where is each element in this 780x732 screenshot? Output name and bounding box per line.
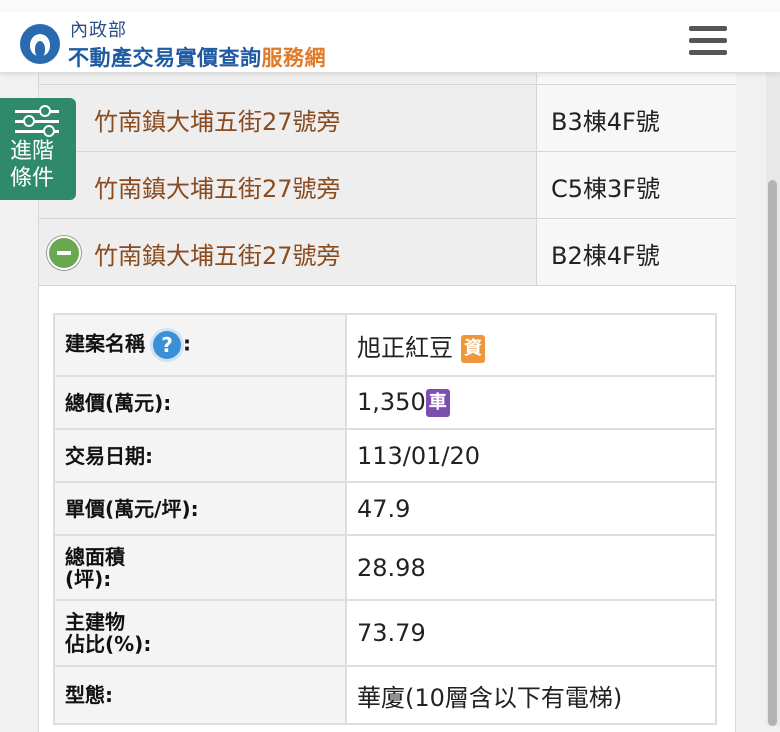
site-title-main: 不動產交易實價查詢 (68, 46, 262, 70)
hamburger-menu-icon[interactable] (689, 26, 727, 60)
project-name-value: 旭正紅豆 (357, 333, 453, 362)
unit-price-label: 單價(萬元/坪): (53, 481, 347, 536)
result-unit-cell: C5棟3F號 (536, 152, 736, 218)
detail-row-main-building: 主建物 佔比(%): 73.79 (53, 599, 717, 667)
site-title[interactable]: 不動產交易實價查詢服務網 (68, 42, 326, 72)
total-price-value: 1,350 (357, 388, 426, 416)
detail-row-total-price: 總價(萬元): 1,350 車 (53, 375, 717, 430)
main-building-label-line2: 佔比(%): (65, 632, 152, 656)
result-unit: B2棟4F號 (551, 242, 660, 270)
result-row[interactable]: 竹南鎮大埔五街27號旁 C5棟3F號 (39, 152, 736, 219)
project-name-label: 建案名稱 (65, 331, 145, 356)
top-navigation-bar: 內政部 不動產交易實價查詢服務網 (0, 12, 780, 73)
total-price-value-cell: 1,350 車 (345, 375, 717, 430)
ministry-name: 內政部 (70, 20, 127, 41)
detail-row-type: 型態: 華廈(10層含以下有電梯) (53, 665, 717, 725)
unit-price-value: 47.9 (345, 481, 717, 536)
trade-date-label: 交易日期: (53, 428, 347, 483)
project-name-label-cell: 建案名稱?: (53, 313, 347, 377)
detail-row-project: 建案名稱?: 旭正紅豆資 (53, 313, 717, 377)
collapse-minus-icon[interactable] (47, 236, 81, 270)
total-area-label-line1: 總面積 (65, 544, 125, 569)
project-name-colon: : (183, 331, 191, 356)
result-address: 竹南鎮大埔五街27號旁 (94, 242, 341, 270)
detail-row-unit-price: 單價(萬元/坪): 47.9 (53, 481, 717, 536)
advanced-filter-button[interactable]: 進階 條件 (0, 98, 76, 200)
detail-row-trade-date: 交易日期: 113/01/20 (53, 428, 717, 483)
total-area-label-cell: 總面積 (坪): (53, 534, 347, 601)
status-strip (0, 0, 780, 12)
detail-row-total-area: 總面積 (坪): 28.98 (53, 534, 717, 601)
main-building-label-line1: 主建物 (65, 610, 125, 634)
total-area-value: 28.98 (345, 534, 717, 601)
total-area-label-line2: (坪): (65, 566, 112, 591)
project-name-value-cell: 旭正紅豆資 (345, 313, 717, 377)
advanced-filter-label-line1: 進階 (10, 139, 55, 164)
advanced-filter-label-line2: 條件 (10, 166, 55, 191)
help-question-icon[interactable]: ? (153, 331, 181, 359)
result-unit: C5棟3F號 (551, 175, 661, 203)
result-address: 竹南鎮大埔五街27號旁 (94, 108, 341, 136)
total-price-label: 總價(萬元): (53, 375, 347, 430)
type-value: 華廈(10層含以下有電梯) (345, 665, 717, 725)
result-unit: B3棟4F號 (551, 108, 660, 136)
transaction-detail-table: 建案名稱?: 旭正紅豆資 總價(萬元): 1,350 車 交易日期: 113/01… (53, 313, 717, 725)
result-unit-cell: B3棟4F號 (536, 85, 736, 151)
scrollbar-thumb[interactable] (768, 180, 777, 726)
advanced-filter-label: 進階 條件 (10, 138, 54, 192)
result-row-expanded[interactable]: 竹南鎮大埔五街27號旁 B2棟4F號 (39, 219, 736, 286)
main-building-value: 73.79 (345, 599, 717, 667)
sliders-icon (15, 105, 59, 137)
result-unit-cell: B2棟4F號 (536, 219, 736, 285)
result-address: 竹南鎮大埔五街27號旁 (94, 175, 341, 203)
main-building-label-cell: 主建物 佔比(%): (53, 599, 347, 667)
parking-badge[interactable]: 車 (425, 389, 450, 417)
site-title-accent: 服務網 (261, 46, 326, 70)
ministry-logo-icon[interactable] (20, 24, 60, 64)
type-label: 型態: (53, 665, 347, 725)
project-info-badge[interactable]: 資 (461, 334, 485, 363)
result-row[interactable]: 竹南鎮大埔五街27號旁 B3棟4F號 (39, 85, 736, 152)
trade-date-value: 113/01/20 (345, 428, 717, 483)
